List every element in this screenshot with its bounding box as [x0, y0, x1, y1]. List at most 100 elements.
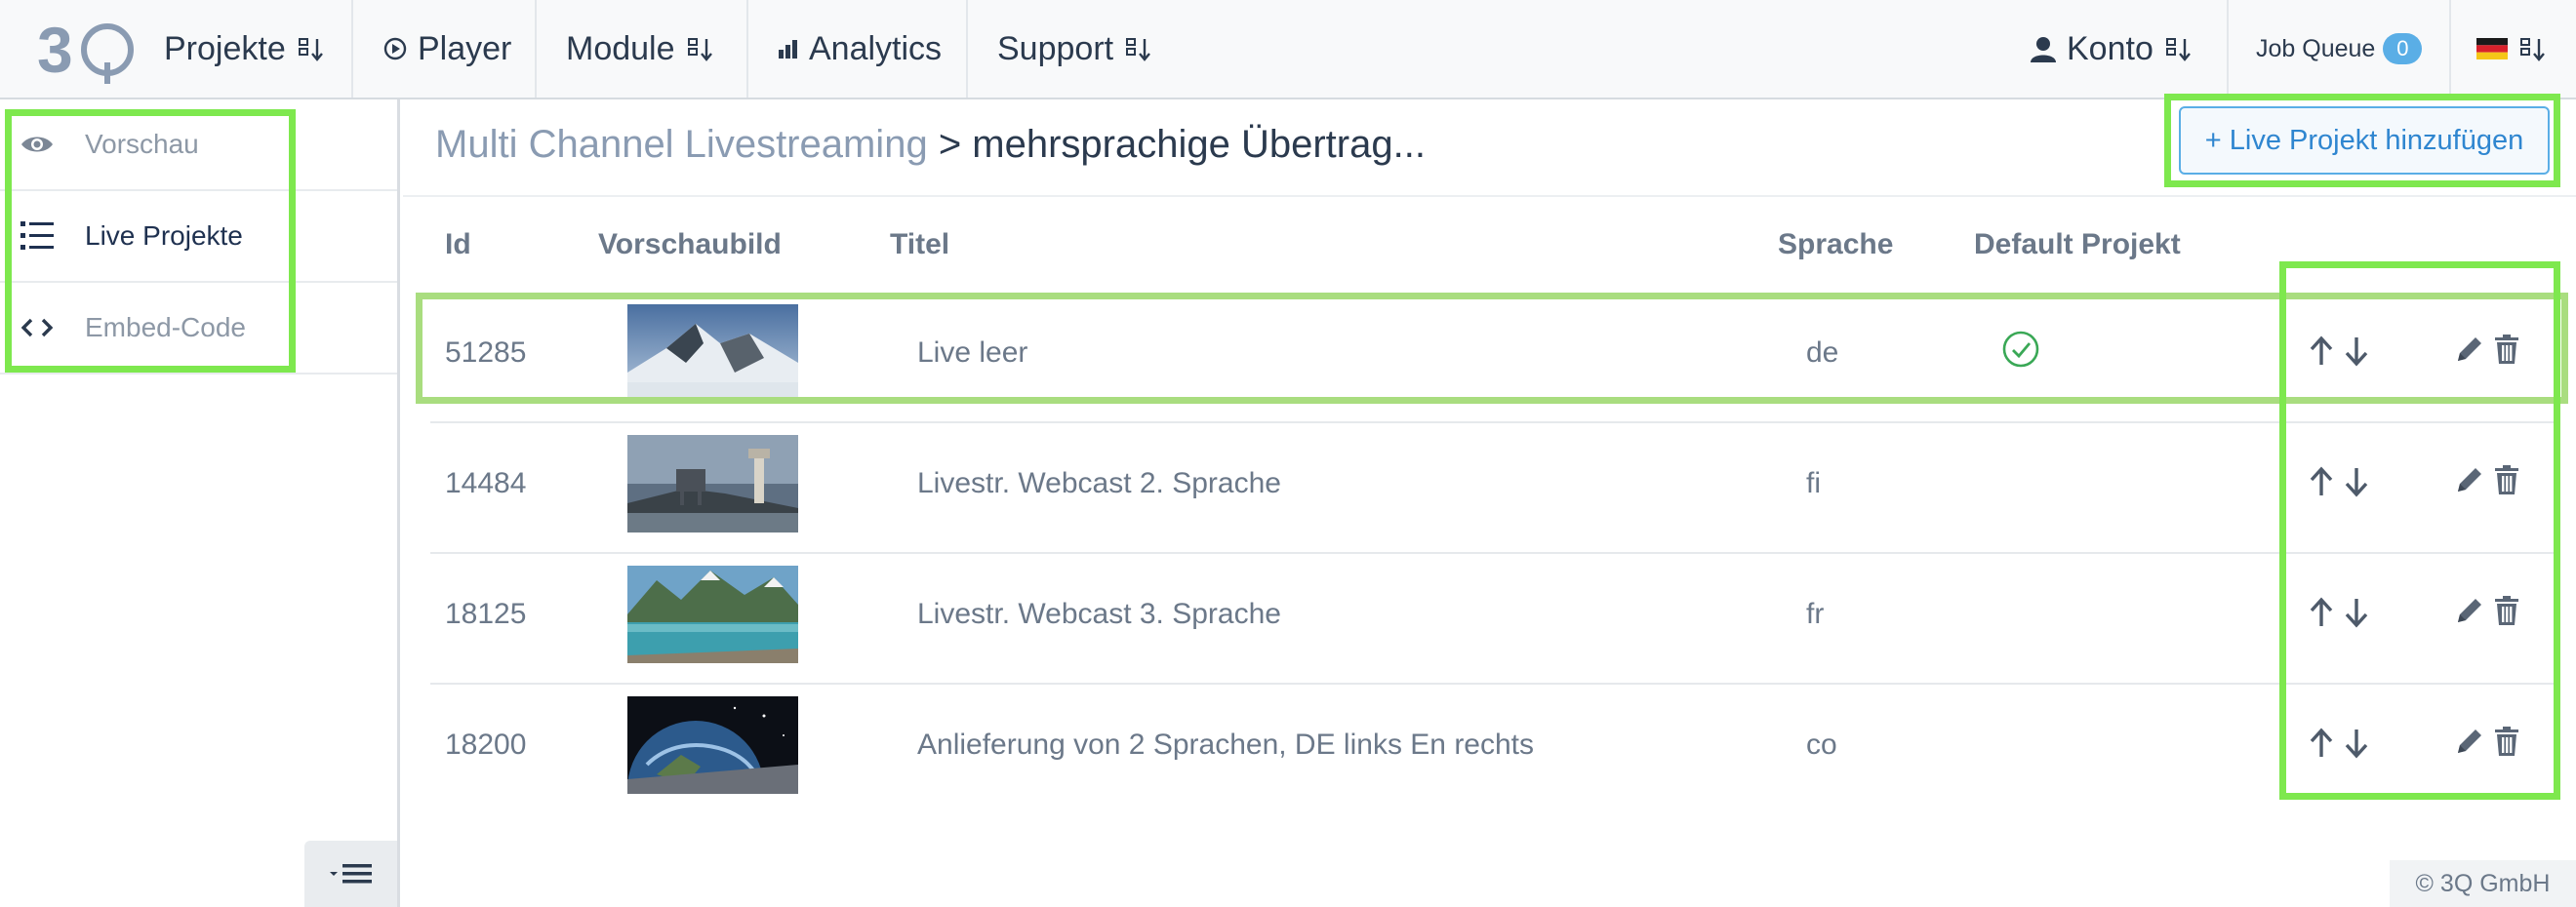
row-id: 51285 [445, 336, 527, 369]
add-live-project-button[interactable]: + Live Projekt hinzufügen [2179, 106, 2550, 175]
row-id: 18200 [445, 729, 527, 761]
sidebar-item-live-projekte[interactable]: Live Projekte [0, 191, 397, 283]
sidebar-item-label: Live Projekte [85, 220, 243, 251]
job-queue-count-badge: 0 [2383, 33, 2423, 64]
column-header-language: Sprache [1778, 228, 1894, 260]
sort-icon [687, 38, 712, 61]
move-up-button[interactable] [2304, 464, 2339, 499]
arrow-up-icon [2310, 466, 2333, 495]
nav-konto-label: Konto [2067, 29, 2153, 67]
row-title: Live leer [917, 336, 1028, 369]
collapse-menu-icon [329, 864, 372, 884]
thumbnail-image [627, 435, 798, 532]
copyright-footer: © 3Q GmbH [2390, 860, 2576, 907]
row-id: 18125 [445, 598, 527, 630]
move-down-button[interactable] [2339, 595, 2374, 630]
sort-icon [298, 38, 323, 61]
edit-button[interactable] [2452, 462, 2487, 497]
breadcrumb-separator: > [938, 123, 962, 166]
nav-player[interactable]: Player [382, 0, 511, 98]
eye-icon [18, 125, 57, 164]
move-down-button[interactable] [2339, 334, 2374, 369]
top-navigation-bar: 3 Projekte Player Module Analytics Suppo… [0, 0, 2576, 99]
list-icon [18, 217, 57, 256]
play-circle-icon [383, 37, 407, 60]
delete-button[interactable] [2489, 724, 2524, 759]
pencil-icon [2458, 730, 2481, 753]
edit-button[interactable] [2452, 593, 2487, 628]
move-down-button[interactable] [2339, 726, 2374, 761]
move-down-button[interactable] [2339, 464, 2374, 499]
code-icon [18, 308, 57, 347]
nav-analytics-label: Analytics [809, 29, 943, 67]
nav-module-label: Module [566, 29, 675, 67]
logo[interactable]: 3 [37, 16, 144, 84]
column-header-id: Id [445, 228, 471, 260]
breadcrumb: Multi Channel Livestreaming > mehrsprach… [435, 123, 1426, 167]
pencil-icon [2458, 468, 2481, 492]
row-language: fr [1806, 598, 1825, 630]
move-up-button[interactable] [2304, 334, 2339, 369]
table-row[interactable]: 14484 Livestr. Webcast 2. Sprache fi [430, 423, 2559, 554]
row-id: 14484 [445, 467, 527, 499]
sidebar-collapse-button[interactable] [304, 841, 397, 907]
thumbnail-image [627, 566, 798, 663]
thumbnail-image [627, 304, 798, 402]
move-up-button[interactable] [2304, 726, 2339, 761]
nav-support-label: Support [997, 29, 1114, 67]
arrow-down-icon [2345, 468, 2368, 497]
nav-player-label: Player [418, 29, 512, 67]
trash-icon [2495, 335, 2518, 364]
breadcrumb-parent-link[interactable]: Multi Channel Livestreaming [435, 123, 928, 166]
breadcrumb-current: mehrsprachige Übertrag... [972, 123, 1426, 166]
column-header-default: Default Projekt [1974, 228, 2181, 260]
row-language: co [1806, 729, 1837, 761]
delete-button[interactable] [2489, 462, 2524, 497]
arrow-up-icon [2310, 728, 2333, 757]
main-content: Multi Channel Livestreaming > mehrsprach… [403, 99, 2576, 907]
arrow-down-icon [2345, 730, 2368, 759]
edit-button[interactable] [2452, 332, 2487, 367]
sort-icon [2520, 38, 2545, 61]
sidebar-item-embed-code[interactable]: Embed-Code [0, 283, 397, 375]
move-up-button[interactable] [2304, 595, 2339, 630]
row-language: de [1806, 336, 1839, 369]
arrow-up-icon [2310, 597, 2333, 626]
sidebar-item-label: Embed-Code [85, 312, 246, 342]
nav-analytics[interactable]: Analytics [778, 0, 942, 98]
table-row[interactable]: 18200 Anlieferung von 2 Sprachen, DE lin… [430, 685, 2559, 815]
nav-module[interactable]: Module [566, 0, 714, 98]
arrow-down-icon [2345, 337, 2368, 367]
nav-support[interactable]: Support [997, 0, 1152, 98]
pencil-icon [2458, 599, 2481, 622]
row-title: Livestr. Webcast 3. Sprache [917, 598, 1281, 630]
table-row[interactable]: 18125 Livestr. Webcast 3. Sprache fr [430, 554, 2559, 685]
delete-button[interactable] [2489, 332, 2524, 367]
trash-icon [2495, 596, 2518, 625]
nav-konto[interactable]: Konto [2030, 0, 2193, 98]
thumbnail-image [627, 696, 798, 794]
language-selector[interactable] [2476, 0, 2547, 98]
arrow-up-icon [2310, 335, 2333, 365]
job-queue-label: Job Queue [2256, 34, 2376, 62]
pencil-icon [2458, 337, 2481, 361]
bar-chart-icon [779, 40, 797, 59]
column-header-thumbnail: Vorschaubild [598, 228, 782, 260]
delete-button[interactable] [2489, 593, 2524, 628]
edit-button[interactable] [2452, 724, 2487, 759]
nav-job-queue[interactable]: Job Queue 0 [2256, 0, 2423, 98]
row-language: fi [1806, 467, 1821, 499]
nav-projekte[interactable]: Projekte [164, 0, 325, 98]
sort-icon [1126, 38, 1151, 61]
user-icon [2031, 37, 2056, 62]
table-row[interactable]: 51285 Live leer de [430, 293, 2559, 423]
sidebar-item-vorschau[interactable]: Vorschau [0, 99, 397, 191]
check-circle-icon [2002, 331, 2039, 368]
column-header-title: Titel [890, 228, 950, 260]
sidebar: Vorschau Live Projekte Embed-Code [0, 99, 400, 907]
row-title: Anlieferung von 2 Sprachen, DE links En … [917, 729, 1535, 761]
de-flag-icon [2476, 38, 2508, 59]
svg-text:3: 3 [37, 16, 73, 84]
trash-icon [2495, 727, 2518, 756]
sidebar-item-label: Vorschau [85, 129, 199, 159]
